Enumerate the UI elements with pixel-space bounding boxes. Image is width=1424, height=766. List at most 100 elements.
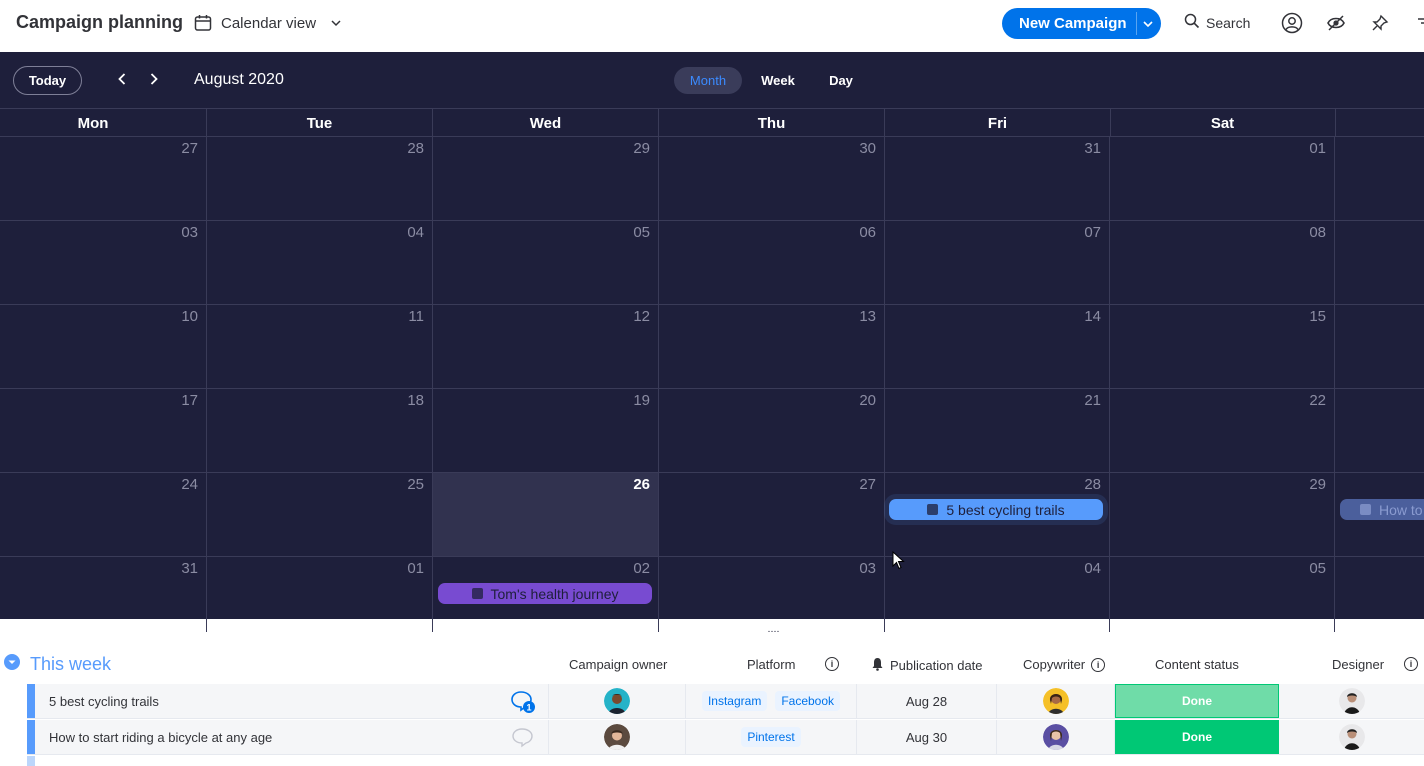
calendar-day-cell[interactable]: 05 [433, 221, 659, 305]
event-label: 5 best cycling trails [946, 501, 1065, 518]
calendar-day-cell[interactable] [1335, 305, 1424, 389]
calendar-day-cell[interactable]: 01 [207, 557, 433, 641]
platform-cell[interactable]: Pinterest [686, 720, 857, 754]
view-selector[interactable]: Calendar view [193, 12, 342, 34]
resize-handle[interactable] [767, 623, 781, 636]
column-header-designer[interactable]: Designer [1332, 657, 1384, 672]
info-icon[interactable]: i [1091, 657, 1106, 672]
calendar-day-cell[interactable]: 08 [1110, 221, 1335, 305]
event-cycling-trails[interactable]: 5 best cycling trails [889, 499, 1103, 520]
calendar-day-cell[interactable]: 05 [1110, 557, 1335, 641]
calendar-day-cell[interactable]: 14 [885, 305, 1110, 389]
calendar-day-cell[interactable]: 06 [659, 221, 885, 305]
group-header[interactable]: This week [4, 654, 111, 675]
search-button[interactable]: Search [1184, 13, 1250, 32]
chevron-down-icon[interactable] [4, 654, 20, 675]
tab-week[interactable]: Week [752, 67, 804, 94]
calendar-day-cell[interactable]: 03 [0, 221, 207, 305]
app-root: Campaign planning Calendar view New Camp… [0, 0, 1424, 766]
calendar-day-cell[interactable]: 21 [885, 389, 1110, 473]
copywriter-cell[interactable] [997, 720, 1115, 754]
event-health-journey[interactable]: Tom's health journey [438, 583, 652, 604]
calendar-day-cell[interactable]: 31 [0, 557, 207, 641]
avatar [1042, 688, 1069, 714]
day-number: 06 [859, 224, 876, 241]
board-title[interactable]: Campaign planning [16, 12, 183, 33]
owner-cell[interactable] [549, 684, 686, 718]
item-name[interactable]: 5 best cycling trails [49, 694, 159, 709]
designer-cell[interactable] [1279, 720, 1424, 754]
menu-icon[interactable] [1412, 12, 1424, 34]
chevron-down-icon[interactable] [1142, 17, 1154, 34]
status-badge[interactable]: Done [1115, 684, 1279, 718]
info-icon[interactable]: i [1404, 657, 1418, 671]
calendar-day-cell[interactable]: 15 [1110, 305, 1335, 389]
calendar-day-cell[interactable]: 27 [659, 473, 885, 557]
calendar-day-cell[interactable]: 07 [885, 221, 1110, 305]
table-row[interactable]: 5 best cycling trails 1 Instagram Facebo… [27, 684, 1424, 719]
calendar-day-cell[interactable]: 29 [433, 137, 659, 221]
status-badge[interactable]: Done [1115, 720, 1279, 754]
calendar-day-cell[interactable]: 31 [885, 137, 1110, 221]
calendar-day-cell[interactable]: 10 [0, 305, 207, 389]
eye-icon[interactable] [1325, 12, 1347, 34]
day-number: 19 [633, 392, 650, 409]
info-icon[interactable]: i [825, 657, 839, 671]
item-name[interactable]: How to start riding a bicycle at any age [49, 730, 272, 745]
calendar-day-cell[interactable]: 30 [659, 137, 885, 221]
column-header-copywriter[interactable]: Copywriter i [1023, 657, 1106, 672]
platform-cell[interactable]: Instagram Facebook [686, 684, 857, 718]
calendar-day-cell[interactable] [1335, 389, 1424, 473]
column-header-platform[interactable]: Platform [747, 657, 795, 672]
publication-date-cell[interactable]: Aug 30 [857, 720, 997, 754]
weekday-fri: Fri [885, 109, 1111, 137]
day-number: 18 [407, 392, 424, 409]
day-number: 03 [181, 224, 198, 241]
calendar-day-cell[interactable]: 26 [433, 473, 659, 557]
calendar-day-cell[interactable]: 29 [1110, 473, 1335, 557]
chat-icon[interactable] [510, 726, 536, 755]
column-header-owner[interactable]: Campaign owner [569, 657, 667, 672]
chat-icon[interactable]: 1 [510, 690, 536, 719]
item-name-cell[interactable]: How to start riding a bicycle at any age [35, 720, 549, 754]
calendar-day-cell[interactable]: 18 [207, 389, 433, 473]
weekday-tue: Tue [207, 109, 433, 137]
calendar-day-cell[interactable]: 01 [1110, 137, 1335, 221]
calendar-day-cell[interactable] [1335, 221, 1424, 305]
event-how-to[interactable]: How to [1340, 499, 1424, 520]
calendar-day-cell[interactable]: 20 [659, 389, 885, 473]
tab-month[interactable]: Month [674, 67, 742, 94]
chevron-right-icon[interactable] [146, 71, 162, 87]
calendar-day-cell[interactable]: 25 [207, 473, 433, 557]
copywriter-cell[interactable] [997, 684, 1115, 718]
day-number: 20 [859, 392, 876, 409]
column-label: Copywriter [1023, 657, 1086, 672]
column-header-status[interactable]: Content status [1155, 657, 1239, 672]
calendar-day-cell[interactable]: 17 [0, 389, 207, 473]
table-row[interactable]: How to start riding a bicycle at any age… [27, 720, 1424, 755]
calendar-day-cell[interactable]: 24 [0, 473, 207, 557]
tab-day[interactable]: Day [818, 67, 864, 94]
designer-cell[interactable] [1279, 684, 1424, 718]
calendar-day-cell[interactable]: 19 [433, 389, 659, 473]
user-icon[interactable] [1281, 12, 1303, 34]
calendar-day-cell[interactable]: 27 [0, 137, 207, 221]
owner-cell[interactable] [549, 720, 686, 754]
calendar-day-cell[interactable]: 04 [885, 557, 1110, 641]
calendar-day-cell[interactable]: 12 [433, 305, 659, 389]
new-campaign-button[interactable]: New Campaign [1002, 8, 1161, 39]
item-name-cell[interactable]: 5 best cycling trails 1 [35, 684, 549, 718]
group-title[interactable]: This week [30, 654, 111, 675]
calendar-day-cell[interactable]: 11 [207, 305, 433, 389]
publication-date-cell[interactable]: Aug 28 [857, 684, 997, 718]
calendar-day-cell[interactable]: 28 [207, 137, 433, 221]
calendar-day-cell[interactable]: 13 [659, 305, 885, 389]
calendar-day-cell[interactable] [1335, 137, 1424, 221]
pin-icon[interactable] [1369, 12, 1391, 34]
chevron-left-icon[interactable] [114, 71, 130, 87]
calendar-day-cell[interactable]: 04 [207, 221, 433, 305]
calendar-day-cell[interactable] [1335, 557, 1424, 641]
today-button[interactable]: Today [13, 66, 82, 95]
column-header-publication[interactable]: Publication date [871, 657, 983, 674]
calendar-day-cell[interactable]: 22 [1110, 389, 1335, 473]
